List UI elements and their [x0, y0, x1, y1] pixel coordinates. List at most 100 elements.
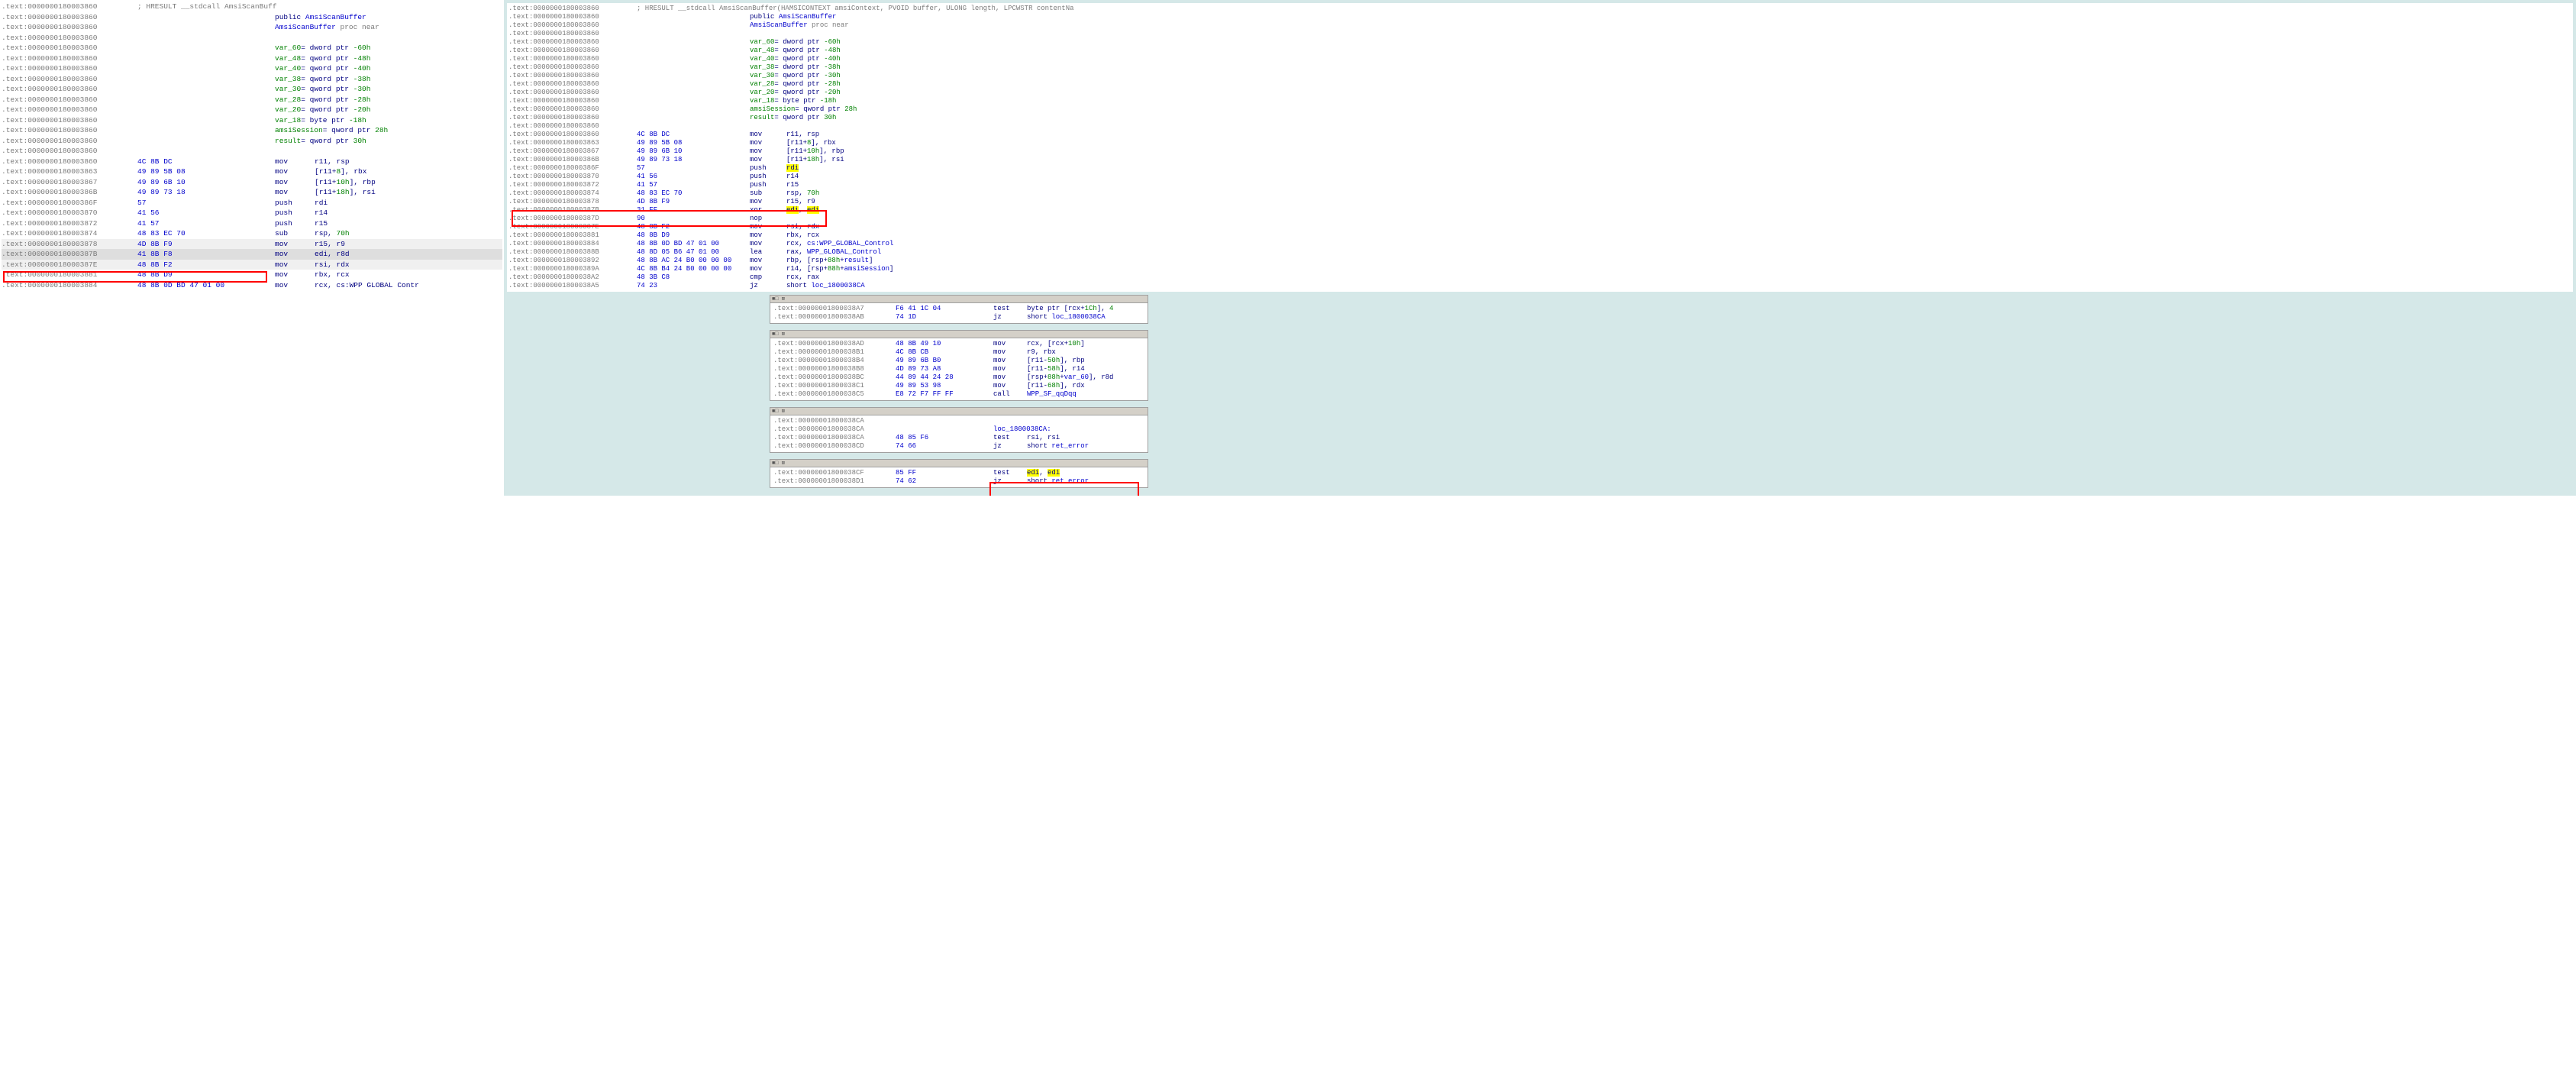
disasm-line[interactable]: .text:0000000180003860var_30= qword ptr …: [2, 84, 502, 95]
disasm-line[interactable]: .text:00000001800038CD74 66jzshort ret_e…: [773, 442, 1144, 451]
number: 30h: [353, 137, 366, 145]
disasm-line[interactable]: .text:00000001800038AB74 1Djzshort loc_1…: [773, 313, 1144, 322]
disasm-line[interactable]: .text:000000018000387448 83 EC 70subrsp,…: [2, 228, 502, 239]
disasm-line[interactable]: .text:000000018000387D90nop: [508, 215, 2571, 223]
disasm-line[interactable]: .text:000000018000386B49 89 73 18mov[r11…: [2, 187, 502, 198]
disasm-line[interactable]: .text:00000001800038A7F6 41 1C 04testbyt…: [773, 305, 1144, 313]
hex-bytes: 74 66: [896, 442, 993, 451]
disasm-line[interactable]: .text:0000000180003860var_60= dword ptr …: [2, 43, 502, 53]
disasm-line[interactable]: .text:0000000180003860var_48= qword ptr …: [508, 47, 2571, 55]
disasm-line[interactable]: .text:000000018000386349 89 5B 08mov[r11…: [508, 139, 2571, 147]
disasm-line[interactable]: .text:00000001800038AD48 8B 49 10movrcx,…: [773, 340, 1144, 348]
disasm-line[interactable]: .text:0000000180003860var_20= qword ptr …: [508, 89, 2571, 97]
disasm-line[interactable]: .text:0000000180003860var_28= qword ptr …: [508, 80, 2571, 89]
disasm-line[interactable]: .text:00000001800038784D 8B F9movr15, r9: [2, 239, 502, 250]
disasm-line[interactable]: .text:00000001800038B84D 89 73 A8mov[r11…: [773, 365, 1144, 373]
disasm-line[interactable]: .text:0000000180003860var_38= dword ptr …: [508, 63, 2571, 72]
disasm-line[interactable]: .text:0000000180003860AmsiScanBuffer pro…: [2, 22, 502, 33]
disasm-right-patched[interactable]: .text:0000000180003860; HRESULT __stdcal…: [504, 0, 2576, 496]
mnemonic: mov: [750, 131, 786, 139]
hex-bytes: 4D 8B F9: [637, 198, 750, 206]
operands: r14: [315, 208, 328, 218]
disasm-line[interactable]: .text:000000018000387E48 8B F2movrsi, rd…: [508, 223, 2571, 231]
disasm-line[interactable]: .text:0000000180003860; HRESULT __stdcal…: [508, 5, 2571, 13]
disasm-line[interactable]: .text:0000000180003860var_48= qword ptr …: [2, 53, 502, 64]
disasm-line[interactable]: .text:000000018000388148 8B D9movrbx, rc…: [508, 231, 2571, 240]
disasm-line[interactable]: .text:000000018000387241 57pushr15: [508, 181, 2571, 189]
disasm-line[interactable]: .text:000000018000387B31 FFxoredi, edi: [508, 206, 2571, 215]
disasm-line[interactable]: .text:0000000180003860var_38= qword ptr …: [2, 74, 502, 85]
address: .text:00000001800038CF: [773, 469, 896, 477]
graph-block-1[interactable]: ■□ ⊠ .text:00000001800038A7F6 41 1C 04te…: [770, 295, 1148, 324]
disasm-line[interactable]: .text:0000000180003860var_30= qword ptr …: [508, 72, 2571, 80]
disasm-line[interactable]: .text:00000001800038784D 8B F9movr15, r9: [508, 198, 2571, 206]
disasm-line[interactable]: .text:00000001800038A248 3B C8cmprcx, ra…: [508, 273, 2571, 282]
block-titlebar[interactable]: ■□ ⊠: [770, 296, 1148, 303]
disasm-line[interactable]: .text:0000000180003860: [508, 30, 2571, 38]
disasm-line[interactable]: .text:0000000180003860public AmsiScanBuf…: [508, 13, 2571, 21]
disasm-line[interactable]: .text:000000018000387241 57pushr15: [2, 218, 502, 229]
disasm-line[interactable]: .text:00000001800038B449 89 6B B0mov[r11…: [773, 357, 1144, 365]
disasm-line[interactable]: .text:00000001800038BC44 89 44 24 28mov[…: [773, 373, 1144, 382]
block-titlebar[interactable]: ■□ ⊠: [770, 408, 1148, 415]
disasm-line[interactable]: .text:0000000180003860: [508, 122, 2571, 131]
disasm-line[interactable]: .text:0000000180003860var_18= byte ptr -…: [508, 97, 2571, 105]
disasm-line[interactable]: .text:000000018000388148 8B D9movrbx, rc…: [2, 270, 502, 280]
disasm-line[interactable]: .text:00000001800038B14C 8B CBmovr9, rbx: [773, 348, 1144, 357]
block-titlebar[interactable]: ■□ ⊠: [770, 460, 1148, 467]
disasm-line[interactable]: .text:0000000180003860var_20= qword ptr …: [2, 105, 502, 115]
disasm-line[interactable]: .text:00000001800038C149 89 53 98mov[r11…: [773, 382, 1144, 390]
disasm-line[interactable]: .text:00000001800038CAloc_1800038CA:: [773, 425, 1144, 434]
disasm-line[interactable]: .text:0000000180003860AmsiScanBuffer pro…: [508, 21, 2571, 30]
disasm-line[interactable]: .text:0000000180003860; HRESULT __stdcal…: [2, 2, 502, 12]
disasm-line[interactable]: .text:0000000180003860result= qword ptr …: [508, 114, 2571, 122]
disasm-line[interactable]: .text:00000001800038CA48 85 F6testrsi, r…: [773, 434, 1144, 442]
mnemonic: mov: [275, 260, 315, 270]
block-titlebar[interactable]: ■□ ⊠: [770, 331, 1148, 338]
disasm-line[interactable]: .text:000000018000387B41 8B F8movedi, r8…: [2, 249, 502, 260]
disasm-line[interactable]: .text:00000001800038604C 8B DCmovr11, rs…: [508, 131, 2571, 139]
disasm-line[interactable]: .text:000000018000386749 89 6B 10mov[r11…: [2, 177, 502, 188]
disasm-line[interactable]: .text:0000000180003860amsiSession= qword…: [508, 105, 2571, 114]
number: -30h: [353, 85, 371, 93]
graph-block-2[interactable]: ■□ ⊠ .text:00000001800038AD48 8B 49 10mo…: [770, 330, 1148, 401]
disasm-line[interactable]: .text:000000018000387041 56pushr14: [2, 208, 502, 218]
disasm-line[interactable]: .text:0000000180003860public AmsiScanBuf…: [2, 12, 502, 23]
disasm-line[interactable]: .text:000000018000387E48 8B F2movrsi, rd…: [2, 260, 502, 270]
disasm-line[interactable]: .text:000000018000386B49 89 73 18mov[r11…: [508, 156, 2571, 164]
number: -20h: [824, 89, 841, 96]
disasm-line[interactable]: .text:0000000180003860amsiSession= qword…: [2, 125, 502, 136]
disasm-line[interactable]: .text:000000018000387448 83 EC 70subrsp,…: [508, 189, 2571, 198]
disasm-line[interactable]: .text:000000018000386349 89 5B 08mov[r11…: [2, 166, 502, 177]
disasm-line[interactable]: .text:000000018000388448 8B 0D BD 47 01 …: [508, 240, 2571, 248]
disasm-line[interactable]: .text:00000001800038C5E8 72 F7 FF FFcall…: [773, 390, 1144, 399]
disasm-line[interactable]: .text:0000000180003860: [2, 146, 502, 157]
disasm-line[interactable]: .text:0000000180003860var_28= qword ptr …: [2, 95, 502, 105]
disasm-line[interactable]: .text:000000018000386F57pushrdi: [2, 198, 502, 209]
disasm-line[interactable]: .text:0000000180003860var_18= byte ptr -…: [2, 115, 502, 126]
disasm-line[interactable]: .text:0000000180003860: [2, 33, 502, 44]
disasm-line[interactable]: .text:000000018000389A4C 8B B4 24 B0 00 …: [508, 265, 2571, 273]
local-var: var_18: [750, 97, 774, 105]
disasm-line[interactable]: .text:00000001800038CF85 FFtestedi, edi: [773, 469, 1144, 477]
disasm-line[interactable]: .text:000000018000388448 8B 0D BD 47 01 …: [2, 280, 502, 291]
disasm-line[interactable]: .text:000000018000386F57pushrdi: [508, 164, 2571, 173]
disasm-line[interactable]: .text:000000018000387041 56pushr14: [508, 173, 2571, 181]
disasm-line[interactable]: .text:000000018000388B48 8D 05 B6 47 01 …: [508, 248, 2571, 257]
disasm-line[interactable]: .text:00000001800038604C 8B DCmovr11, rs…: [2, 157, 502, 167]
disasm-line[interactable]: .text:000000018000389248 8B AC 24 B0 00 …: [508, 257, 2571, 265]
graph-block-4[interactable]: ■□ ⊠ .text:00000001800038CF85 FFtestedi,…: [770, 459, 1148, 488]
disasm-line[interactable]: .text:0000000180003860var_60= dword ptr …: [508, 38, 2571, 47]
disasm-line[interactable]: .text:0000000180003860var_40= qword ptr …: [508, 55, 2571, 63]
disasm-left-original[interactable]: .text:0000000180003860; HRESULT __stdcal…: [0, 0, 504, 496]
disasm-line[interactable]: .text:00000001800038A574 23jzshort loc_1…: [508, 282, 2571, 290]
disasm-line[interactable]: .text:0000000180003860result= qword ptr …: [2, 136, 502, 147]
disasm-line[interactable]: .text:00000001800038CA: [773, 417, 1144, 425]
operands: edi, r8d: [315, 249, 350, 260]
disasm-right-main-listing[interactable]: .text:0000000180003860; HRESULT __stdcal…: [507, 3, 2573, 292]
address: .text:00000001800038A5: [508, 282, 637, 290]
graph-block-3[interactable]: ■□ ⊠ .text:00000001800038CA.text:0000000…: [770, 407, 1148, 453]
disasm-line[interactable]: .text:00000001800038D174 62jzshort ret_e…: [773, 477, 1144, 486]
disasm-line[interactable]: .text:000000018000386749 89 6B 10mov[r11…: [508, 147, 2571, 156]
disasm-line[interactable]: .text:0000000180003860var_40= qword ptr …: [2, 63, 502, 74]
